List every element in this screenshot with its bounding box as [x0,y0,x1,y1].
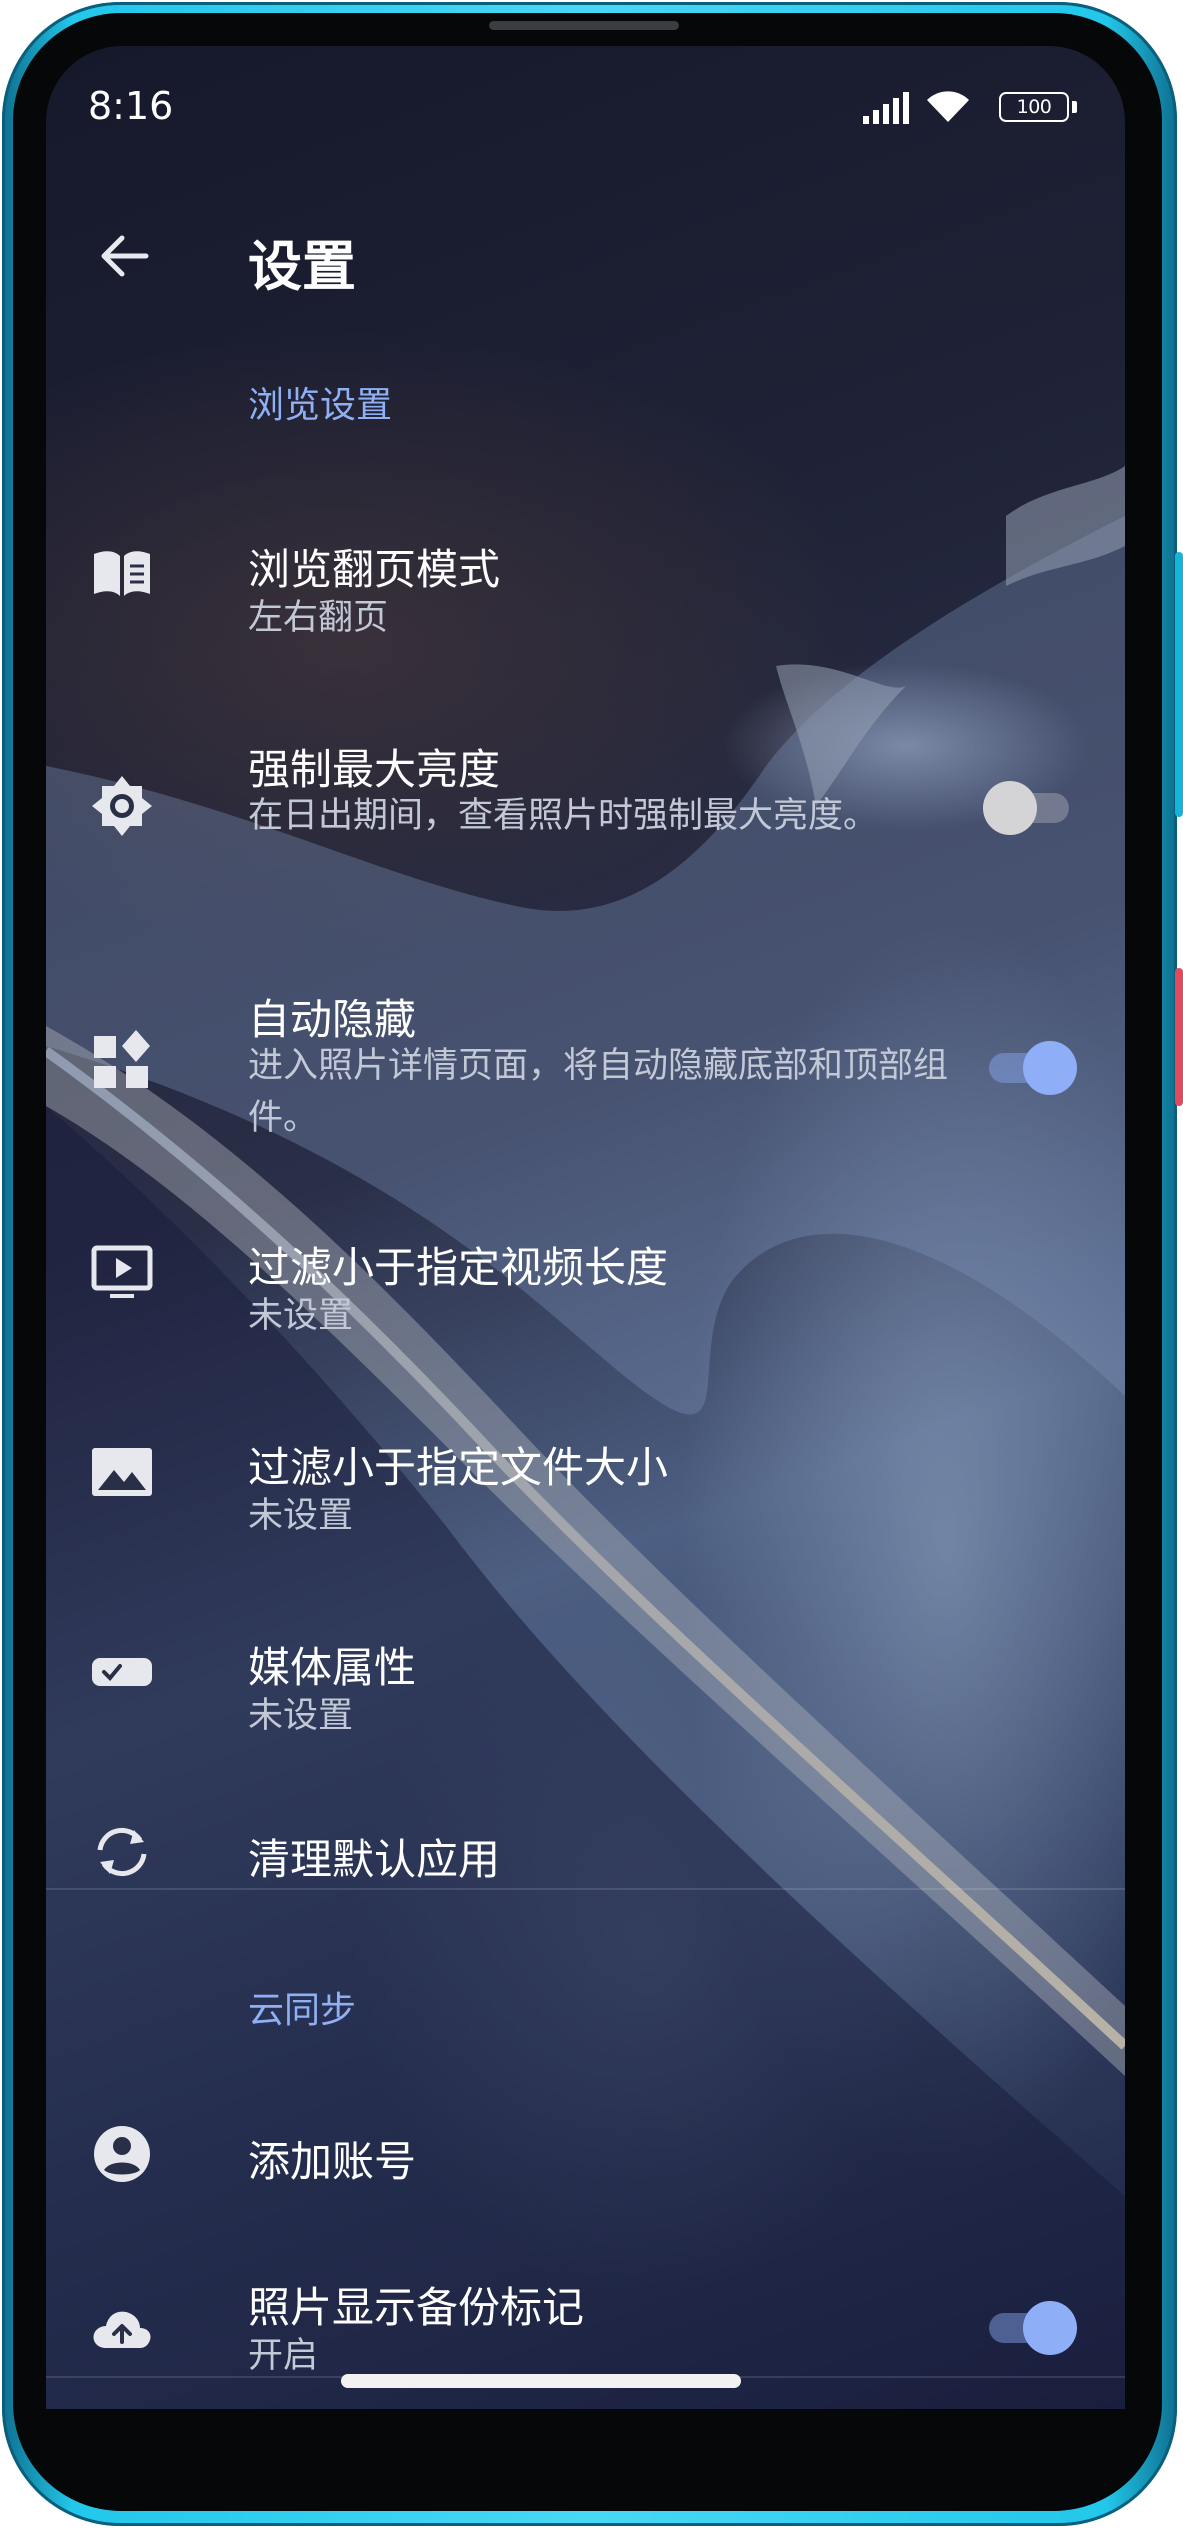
row-auto-hide[interactable]: 自动隐藏 进入照片详情页面，将自动隐藏底部和顶部组件。 [46,936,1125,1156]
row-add-account[interactable]: 添加账号 [46,2086,1125,2226]
row-title: 添加账号 [248,2137,417,2186]
toggle-knob [983,781,1037,835]
image-icon [92,1448,152,1496]
screen: 8:16 100 设置 浏览设置 浏览翻页模式 左右翻页 强制最大亮度 在日出期… [46,46,1125,2409]
wifi-icon [927,91,969,122]
row-title: 照片显示备份标记 [248,2283,585,2332]
media-badge-icon [92,1658,152,1686]
section-header-cloud: 云同步 [248,1990,357,2031]
row-filter-video-length[interactable]: 过滤小于指定视频长度 未设置 [46,1186,1125,1356]
sync-icon [97,1828,147,1876]
row-subtitle: 左右翻页 [248,598,389,638]
volume-key [1175,552,1183,817]
row-subtitle: 进入照片详情页面，将自动隐藏底部和顶部组件。 [248,1046,949,1138]
row-page-turn-mode[interactable]: 浏览翻页模式 左右翻页 [46,486,1125,656]
earpiece [489,21,679,30]
toggle-knob [1023,1041,1077,1095]
battery-icon: 100 [999,92,1069,122]
battery-tip [1072,101,1077,113]
row-filter-file-size[interactable]: 过滤小于指定文件大小 未设置 [46,1386,1125,1556]
row-max-brightness[interactable]: 强制最大亮度 在日出期间，查看照片时强制最大亮度。 [46,686,1125,906]
row-title: 过滤小于指定文件大小 [248,1443,669,1492]
power-key [1175,968,1183,1106]
backup-badge-toggle[interactable] [983,2298,1077,2358]
row-subtitle: 未设置 [248,1296,354,1336]
row-title: 清理默认应用 [248,1835,501,1884]
back-button[interactable] [96,228,152,284]
row-title: 媒体属性 [248,1643,417,1692]
toggle-knob [1023,2301,1077,2355]
status-time: 8:16 [88,84,174,128]
section-divider [46,1888,1125,1890]
signal-icon [863,92,909,124]
widgets-icon [94,1030,150,1088]
row-clear-default-apps[interactable]: 清理默认应用 [46,1786,1125,1916]
row-title: 强制最大亮度 [248,745,501,794]
row-subtitle: 未设置 [248,1496,354,1536]
account-icon [94,2126,150,2182]
page-title: 设置 [248,235,356,298]
book-icon [94,551,150,596]
brightness-icon [92,776,152,836]
row-subtitle: 未设置 [248,1696,354,1736]
row-title: 浏览翻页模式 [248,545,501,594]
max-brightness-toggle[interactable] [983,778,1077,838]
row-subtitle: 在日出期间，查看照片时强制最大亮度。 [248,796,879,836]
row-title: 自动隐藏 [248,995,417,1044]
auto-hide-toggle[interactable] [983,1038,1077,1098]
video-icon [91,1245,153,1298]
section-header-browse: 浏览设置 [248,385,393,426]
cloud-upload-icon [93,2311,151,2348]
row-media-attributes[interactable]: 媒体属性 未设置 [46,1586,1125,1756]
gesture-nav-bar[interactable] [341,2374,741,2388]
row-title: 过滤小于指定视频长度 [248,1243,669,1292]
